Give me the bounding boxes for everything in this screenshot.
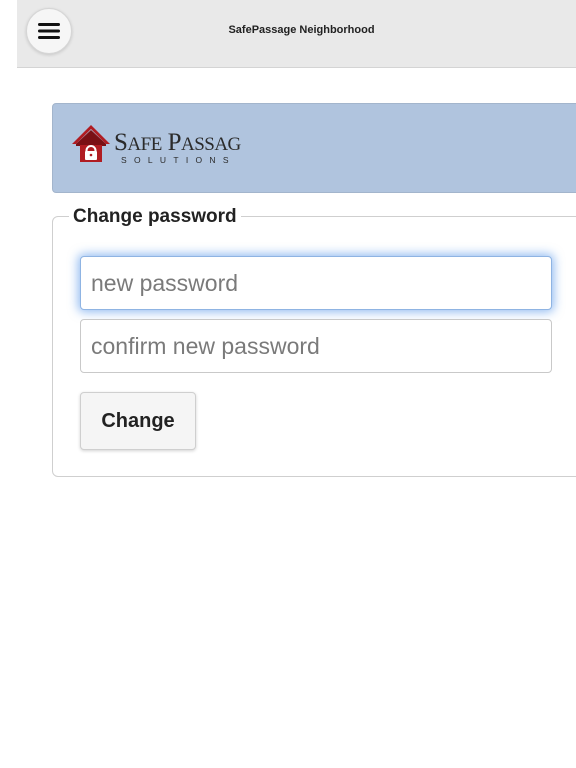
logo-banner: SAFE PASSAGE SOLUTIONS [52, 103, 576, 193]
hamburger-menu-icon [38, 23, 60, 39]
page: SafePassage Neighborhood SAFE PASSAGE SO… [0, 0, 576, 768]
safepassage-logo: SAFE PASSAGE SOLUTIONS [72, 125, 241, 165]
change-button[interactable]: Change [80, 392, 196, 450]
header-title: SafePassage Neighborhood [228, 24, 375, 36]
house-lock-icon [72, 125, 110, 162]
top-bar: SafePassage Neighborhood [17, 0, 576, 68]
logo-subtext: SOLUTIONS [121, 155, 236, 165]
change-password-form: Change password Change [52, 205, 576, 477]
menu-button[interactable] [26, 8, 72, 54]
confirm-password-input[interactable] [80, 319, 552, 373]
new-password-input[interactable] [80, 256, 552, 310]
form-legend: Change password [69, 205, 241, 229]
logo-brand-text: SAFE PASSAGE [114, 129, 241, 156]
